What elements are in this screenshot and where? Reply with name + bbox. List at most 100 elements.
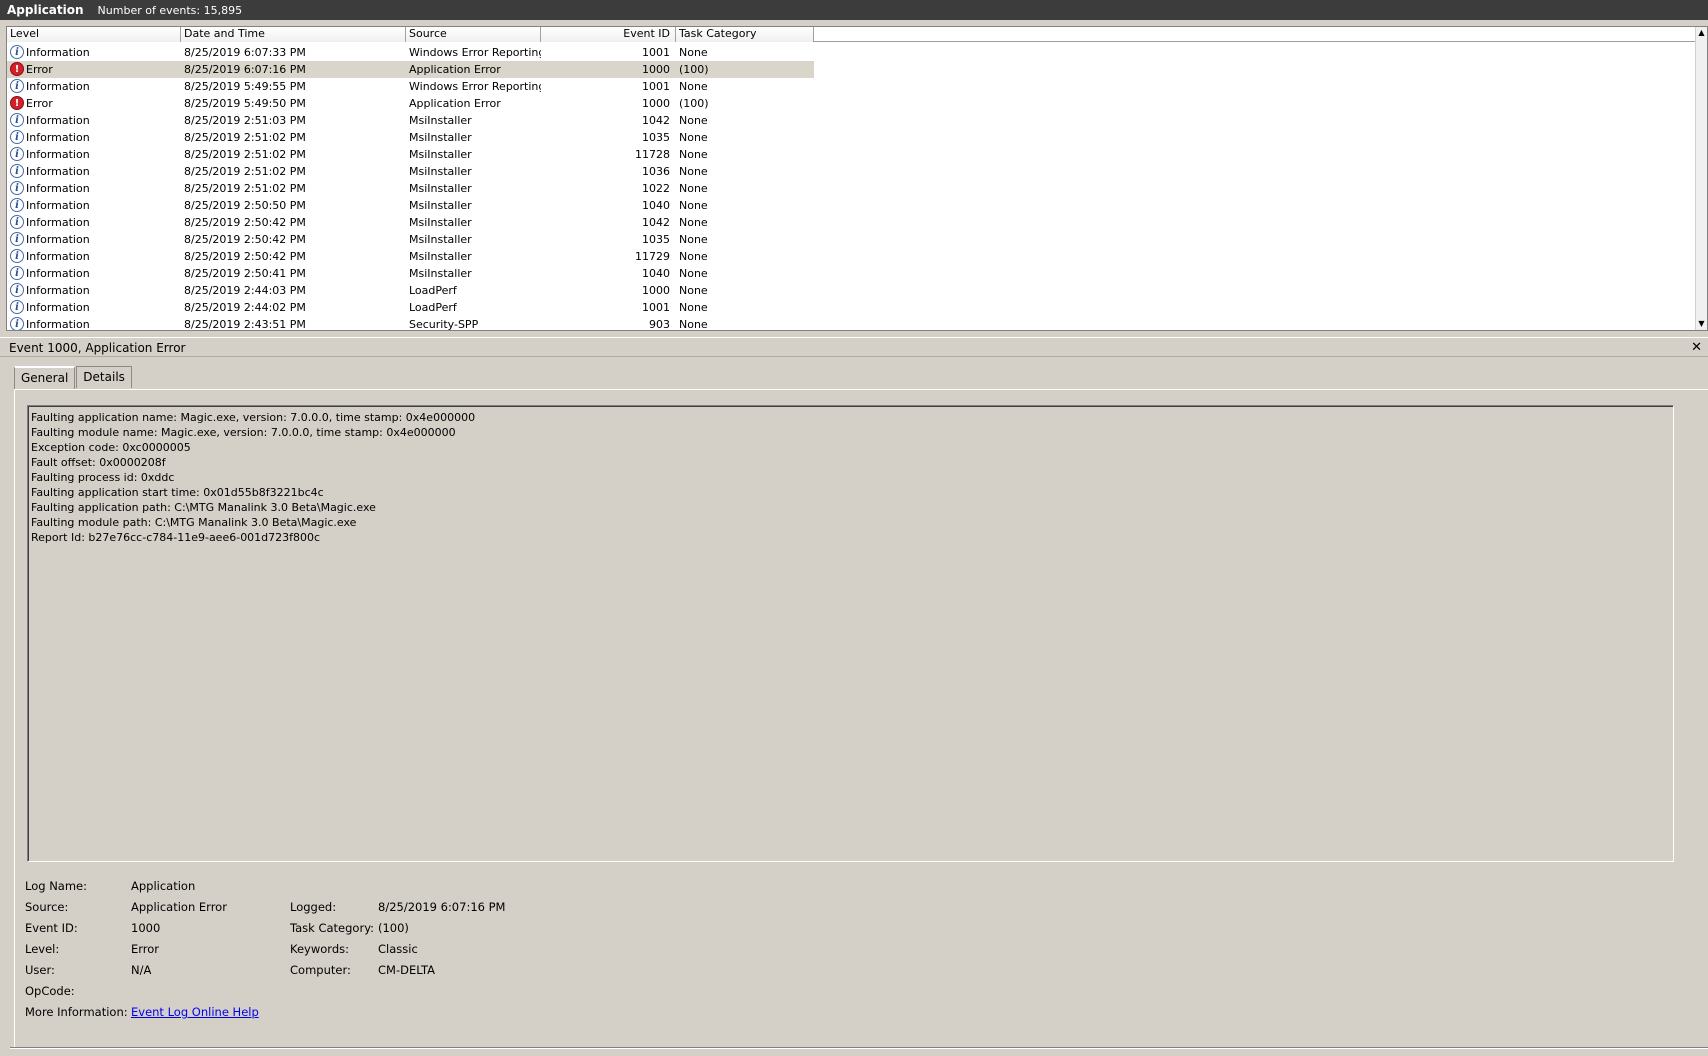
event-log-online-help-link[interactable]: Event Log Online Help xyxy=(131,1002,259,1023)
table-row[interactable]: i Information 8/25/2019 2:50:50 PM MsiInsta… xyxy=(7,197,1697,214)
information-icon: i xyxy=(10,198,24,212)
source-label: Source: xyxy=(25,900,69,914)
cell-source: Security-SPP xyxy=(409,318,479,331)
cell-event-id: 1000 xyxy=(541,61,676,78)
table-row[interactable]: i Information 8/25/2019 2:51:02 PM MsiInsta… xyxy=(7,146,1697,163)
cell-date-time: 8/25/2019 2:43:51 PM xyxy=(184,318,306,331)
cell-source: Windows Error Reporting xyxy=(409,80,541,93)
error-icon: ! xyxy=(10,62,24,76)
opcode-label: OpCode: xyxy=(25,984,75,998)
table-row[interactable]: ! Error 8/25/2019 5:49:50 PM Application Er… xyxy=(7,95,1697,112)
cell-task-category: None xyxy=(679,199,708,212)
cell-event-id: 1022 xyxy=(642,182,670,195)
event-description: Faulting application name: Magic.exe, ve… xyxy=(31,410,475,545)
cell-event-id: 1040 xyxy=(642,267,670,280)
event-count: Number of events: 15,895 xyxy=(97,3,243,17)
title-bar: Application Number of events: 15,895 xyxy=(0,0,1708,20)
tab-general[interactable]: General xyxy=(14,366,76,390)
computer-label: Computer: xyxy=(290,963,351,977)
keywords-value: Classic xyxy=(378,942,418,956)
column-header-event-id[interactable]: Event ID xyxy=(541,27,676,42)
scroll-down-arrow-icon[interactable]: ▼ xyxy=(1696,318,1707,330)
table-row[interactable]: i Information 8/25/2019 6:07:33 PM Windows … xyxy=(7,44,1697,61)
column-header-date[interactable]: Date and Time xyxy=(181,27,406,42)
information-icon: i xyxy=(10,130,24,144)
cell-event-id: 1001 xyxy=(642,80,670,93)
information-icon: i xyxy=(10,283,24,297)
event-description-box[interactable]: Faulting application name: Magic.exe, ve… xyxy=(27,405,1674,862)
cell-level: i Information xyxy=(7,265,181,282)
level-text: Error xyxy=(26,63,53,76)
cell-date-time: 8/25/2019 6:07:16 PM xyxy=(181,61,406,78)
cell-date-time: 8/25/2019 2:50:50 PM xyxy=(184,199,306,212)
level-label: Level: xyxy=(25,942,60,956)
cell-task-category: None xyxy=(679,233,708,246)
table-row[interactable]: ! Error 8/25/2019 6:07:16 PM Application Er… xyxy=(7,61,1697,78)
table-row[interactable]: i Information 8/25/2019 2:44:02 PM LoadPerf… xyxy=(7,299,1697,316)
cell-source: MsiInstaller xyxy=(409,114,472,127)
cell-date-time: 8/25/2019 2:51:03 PM xyxy=(184,114,306,127)
grid-header: Level Date and Time Source Event ID Task… xyxy=(7,27,1697,42)
cell-level: i Information xyxy=(7,129,181,146)
grid-scrollbar[interactable]: ▲ ▼ xyxy=(1695,27,1707,330)
logged-label: Logged: xyxy=(290,900,337,914)
cell-date-time: 8/25/2019 5:49:50 PM xyxy=(184,97,306,110)
cell-source: Application Error xyxy=(406,61,541,78)
cell-source: MsiInstaller xyxy=(409,267,472,280)
level-value: Error xyxy=(131,942,160,956)
cell-source: MsiInstaller xyxy=(409,233,472,246)
information-icon: i xyxy=(10,232,24,246)
cell-source: MsiInstaller xyxy=(409,199,472,212)
scroll-up-arrow-icon[interactable]: ▲ xyxy=(1696,27,1707,39)
cell-date-time: 8/25/2019 2:50:41 PM xyxy=(184,267,306,280)
detail-title: Event 1000, Application Error xyxy=(9,341,186,355)
level-text: Information xyxy=(26,284,90,297)
cell-level: i Information xyxy=(7,316,181,330)
cell-level: i Information xyxy=(7,214,181,231)
column-header-task-category[interactable]: Task Category xyxy=(676,27,814,42)
cell-event-id: 1001 xyxy=(642,46,670,59)
cell-task-category: None xyxy=(679,131,708,144)
table-row[interactable]: i Information 8/25/2019 2:51:02 PM MsiInsta… xyxy=(7,129,1697,146)
source-value: Application Error xyxy=(131,900,227,914)
cell-task-category: (100) xyxy=(679,97,709,110)
table-row[interactable]: i Information 8/25/2019 2:50:42 PM MsiInsta… xyxy=(7,214,1697,231)
events-rows: i Information 8/25/2019 6:07:33 PM Windows … xyxy=(7,44,1697,331)
table-row[interactable]: i Information 8/25/2019 2:51:02 PM MsiInsta… xyxy=(7,180,1697,197)
cell-task-category: None xyxy=(679,46,708,59)
events-grid[interactable]: Level Date and Time Source Event ID Task… xyxy=(6,26,1708,331)
tab-details[interactable]: Details xyxy=(76,366,132,388)
cell-level: i Information xyxy=(7,282,181,299)
cell-task-category: None xyxy=(679,114,708,127)
information-icon: i xyxy=(10,249,24,263)
cell-source: MsiInstaller xyxy=(409,216,472,229)
cell-date-time: 8/25/2019 5:49:55 PM xyxy=(184,80,306,93)
keywords-label: Keywords: xyxy=(290,942,349,956)
cell-date-time: 8/25/2019 2:50:42 PM xyxy=(184,250,306,263)
cell-source: MsiInstaller xyxy=(409,182,472,195)
column-header-level[interactable]: Level xyxy=(7,27,181,42)
cell-level: i Information xyxy=(7,248,181,265)
table-row[interactable]: i Information 8/25/2019 5:49:55 PM Windows … xyxy=(7,78,1697,95)
level-text: Information xyxy=(26,131,90,144)
level-text: Information xyxy=(26,114,90,127)
table-row[interactable]: i Information 8/25/2019 2:51:02 PM MsiInsta… xyxy=(7,163,1697,180)
table-row[interactable]: i Information 8/25/2019 2:44:03 PM LoadPerf… xyxy=(7,282,1697,299)
information-icon: i xyxy=(10,79,24,93)
cell-date-time: 8/25/2019 2:50:42 PM xyxy=(184,216,306,229)
cell-event-id: 1001 xyxy=(642,301,670,314)
cell-source: Application Error xyxy=(409,97,501,110)
table-row[interactable]: i Information 8/25/2019 2:50:42 PM MsiInsta… xyxy=(7,231,1697,248)
table-row[interactable]: i Information 8/25/2019 2:51:03 PM MsiInsta… xyxy=(7,112,1697,129)
table-row[interactable]: i Information 8/25/2019 2:43:51 PM Security… xyxy=(7,316,1697,331)
close-icon[interactable]: ✕ xyxy=(1691,338,1702,358)
level-text: Information xyxy=(26,46,90,59)
level-text: Information xyxy=(26,250,90,263)
logged-value: 8/25/2019 6:07:16 PM xyxy=(378,900,506,914)
table-row[interactable]: i Information 8/25/2019 2:50:41 PM MsiInsta… xyxy=(7,265,1697,282)
log-name-value: Application xyxy=(131,879,196,893)
table-row[interactable]: i Information 8/25/2019 2:50:42 PM MsiInsta… xyxy=(7,248,1697,265)
column-header-source[interactable]: Source xyxy=(406,27,541,42)
cell-task-category: None xyxy=(679,301,708,314)
cell-task-category: None xyxy=(679,250,708,263)
